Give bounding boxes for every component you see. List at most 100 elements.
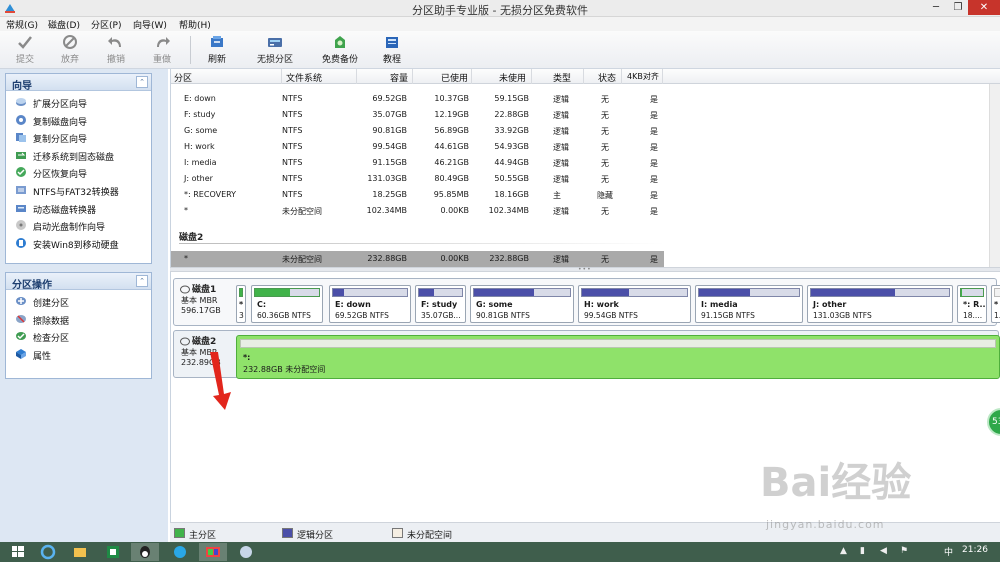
col-used[interactable]: 已使用 xyxy=(441,71,468,84)
partition-size: 69.52GB NTFS xyxy=(335,311,389,320)
col-partition[interactable]: 分区 xyxy=(174,71,192,84)
menu-disk[interactable]: 磁盘(D) xyxy=(48,18,80,31)
column-divider[interactable] xyxy=(531,69,532,84)
op-check-partition[interactable]: 检查分区 xyxy=(6,327,151,345)
wizard-item-win8-usb[interactable]: 安装Win8到移动硬盘 xyxy=(6,234,151,252)
ie-icon[interactable] xyxy=(34,543,62,561)
minimize-button[interactable]: ─ xyxy=(925,0,947,15)
column-divider[interactable] xyxy=(621,69,622,84)
table-row[interactable]: I: media NTFS 91.15GB 46.21GB 44.94GB 逻辑 无 是 xyxy=(171,155,664,171)
partition-block[interactable]: * 1. xyxy=(991,285,1000,323)
commit-button[interactable]: 提交 xyxy=(3,34,47,66)
table-row[interactable]: H: work NTFS 99.54GB 44.61GB 54.93GB 逻辑 无 是 xyxy=(171,139,664,155)
usb-drive-icon xyxy=(16,237,26,248)
column-divider[interactable] xyxy=(412,69,413,84)
app-icon[interactable] xyxy=(232,543,260,561)
recovery-icon xyxy=(16,167,26,178)
op-properties[interactable]: 属性 xyxy=(6,345,151,363)
redo-button[interactable]: 重做 xyxy=(140,34,184,66)
col-free[interactable]: 未使用 xyxy=(499,71,526,84)
refresh-button[interactable]: 刷新 xyxy=(195,34,239,66)
skype-icon[interactable] xyxy=(166,543,194,561)
op-create-partition[interactable]: 创建分区 xyxy=(6,292,151,310)
collapse-icon[interactable]: ⌃ xyxy=(136,76,148,88)
table-row[interactable]: G: some NTFS 90.81GB 56.89GB 33.92GB 逻辑 无 是 xyxy=(171,123,664,139)
disk2-group-divider xyxy=(179,243,665,244)
wizard-item-migrate-ssd[interactable]: 迁移系统到固态磁盘 xyxy=(6,146,151,164)
discard-button[interactable]: 放弃 xyxy=(48,34,92,66)
input-language[interactable]: 中 xyxy=(944,545,953,558)
column-divider[interactable] xyxy=(662,69,663,84)
cell-status: 无 xyxy=(601,159,609,168)
close-button[interactable]: ✕ xyxy=(968,0,1000,15)
disk1-row[interactable]: 磁盘1 基本 MBR 596.17GB * 3 C: 60.36GB NTFS E: d… xyxy=(173,278,1000,326)
file-explorer-icon[interactable] xyxy=(66,543,94,561)
wizard-item-copy-disk[interactable]: 复制磁盘向导 xyxy=(6,111,151,129)
wizard-item-label: 复制分区向导 xyxy=(33,135,88,146)
qq-icon[interactable] xyxy=(131,543,159,561)
wizard-item-partition-recovery[interactable]: 分区恢复向导 xyxy=(6,163,151,181)
col-filesystem[interactable]: 文件系统 xyxy=(286,71,322,84)
cell-aligned: 是 xyxy=(650,159,658,168)
title-bar: 分区助手专业版 - 无损分区免费软件 ─ ❐ ✕ xyxy=(0,0,1000,17)
column-divider[interactable] xyxy=(356,69,357,84)
partition-block[interactable]: * 3 xyxy=(236,285,246,323)
partition-block[interactable]: H: work 99.54GB NTFS xyxy=(578,285,691,323)
column-divider[interactable] xyxy=(281,69,282,84)
cell-capacity: 99.54GB xyxy=(372,142,407,151)
table-row[interactable]: F: study NTFS 35.07GB 12.19GB 22.88GB 逻辑 无 是 xyxy=(171,107,664,123)
partition-block[interactable]: I: media 91.15GB NTFS xyxy=(695,285,803,323)
op-wipe-data[interactable]: 擦除数据 xyxy=(6,310,151,328)
tray-arrow-icon[interactable]: ▲ xyxy=(840,546,847,556)
table-row[interactable]: J: other NTFS 131.03GB 80.49GB 50.55GB 逻辑 无 是 xyxy=(171,171,664,187)
wizard-item-ntfs-fat32[interactable]: NTFS与FAT32转换器 xyxy=(6,181,151,199)
clock[interactable]: 21:26 xyxy=(962,545,988,555)
check-partition-icon xyxy=(16,332,26,341)
disk2-unallocated-block[interactable]: *: 232.88GB 未分配空间 xyxy=(236,335,1000,379)
col-type[interactable]: 类型 xyxy=(553,71,571,84)
wizard-item-copy-partition[interactable]: 复制分区向导 xyxy=(6,128,151,146)
partition-assistant-taskbar-icon[interactable] xyxy=(199,543,227,561)
partition-block[interactable]: F: study 35.07GB... xyxy=(415,285,466,323)
maximize-button[interactable]: ❐ xyxy=(947,0,969,15)
tray-volume-icon[interactable]: ◀ xyxy=(880,546,887,556)
partition-block[interactable]: C: 60.36GB NTFS xyxy=(251,285,323,323)
table-row[interactable]: E: down NTFS 69.52GB 10.37GB 59.15GB 逻辑 无 是 xyxy=(171,91,664,107)
menu-partition[interactable]: 分区(P) xyxy=(91,18,121,31)
menu-help[interactable]: 帮助(H) xyxy=(179,18,211,31)
discard-label: 放弃 xyxy=(60,55,79,65)
wizard-item-dynamic-disk[interactable]: 动态磁盘转换器 xyxy=(6,199,151,217)
column-divider[interactable] xyxy=(583,69,584,84)
table-scrollbar[interactable] xyxy=(989,84,1000,267)
menu-wizard[interactable]: 向导(W) xyxy=(133,18,167,31)
table-row[interactable]: *: RECOVERY NTFS 18.25GB 95.85MB 18.16GB 主 隐藏 是 xyxy=(171,187,664,203)
table-row[interactable]: * 未分配空间 102.34MB 0.00KB 102.34MB 逻辑 无 是 xyxy=(171,203,664,219)
wizard-item-extend-partition[interactable]: 扩展分区向导 xyxy=(6,93,151,111)
tray-flag-icon[interactable]: ⚑ xyxy=(900,546,908,556)
menu-general[interactable]: 常规(G) xyxy=(6,18,38,31)
col-capacity[interactable]: 容量 xyxy=(390,71,408,84)
column-divider[interactable] xyxy=(471,69,472,84)
lossless-partition-button[interactable]: 无损分区 xyxy=(253,34,297,66)
cell-aligned: 是 xyxy=(650,127,658,136)
collapse-icon[interactable]: ⌃ xyxy=(136,275,148,287)
usage-bar xyxy=(960,288,984,297)
undo-button[interactable]: 撤销 xyxy=(94,34,138,66)
partition-block[interactable]: G: some 90.81GB NTFS xyxy=(470,285,574,323)
col-4k-align[interactable]: 4KB对齐 xyxy=(627,71,659,82)
table-row-disk2-unallocated[interactable]: * 未分配空间 232.88GB 0.00KB 232.88GB 逻辑 无 是 xyxy=(171,251,664,267)
toolbar-separator xyxy=(190,36,191,64)
partition-block[interactable]: *: R... 18.... xyxy=(957,285,987,323)
wizard-item-label: 安装Win8到移动硬盘 xyxy=(33,240,119,251)
partition-block[interactable]: E: down 69.52GB NTFS xyxy=(329,285,411,323)
windows-start-icon[interactable] xyxy=(4,543,32,561)
wizard-item-boot-cd[interactable]: 启动光盘制作向导 xyxy=(6,216,151,234)
free-backup-button[interactable]: 免费备份 xyxy=(318,34,362,66)
partition-name: H: work xyxy=(584,300,619,309)
tray-network-icon[interactable]: ▮ xyxy=(860,546,865,556)
col-status[interactable]: 状态 xyxy=(598,71,616,84)
tutorial-button[interactable]: 教程 xyxy=(370,34,414,66)
partition-block[interactable]: J: other 131.03GB NTFS xyxy=(807,285,953,323)
disk2-row[interactable]: 磁盘2 基本 MBR 232.89GB *: 232.88GB 未分配空间 xyxy=(173,330,1000,379)
excel-icon[interactable] xyxy=(99,543,127,561)
